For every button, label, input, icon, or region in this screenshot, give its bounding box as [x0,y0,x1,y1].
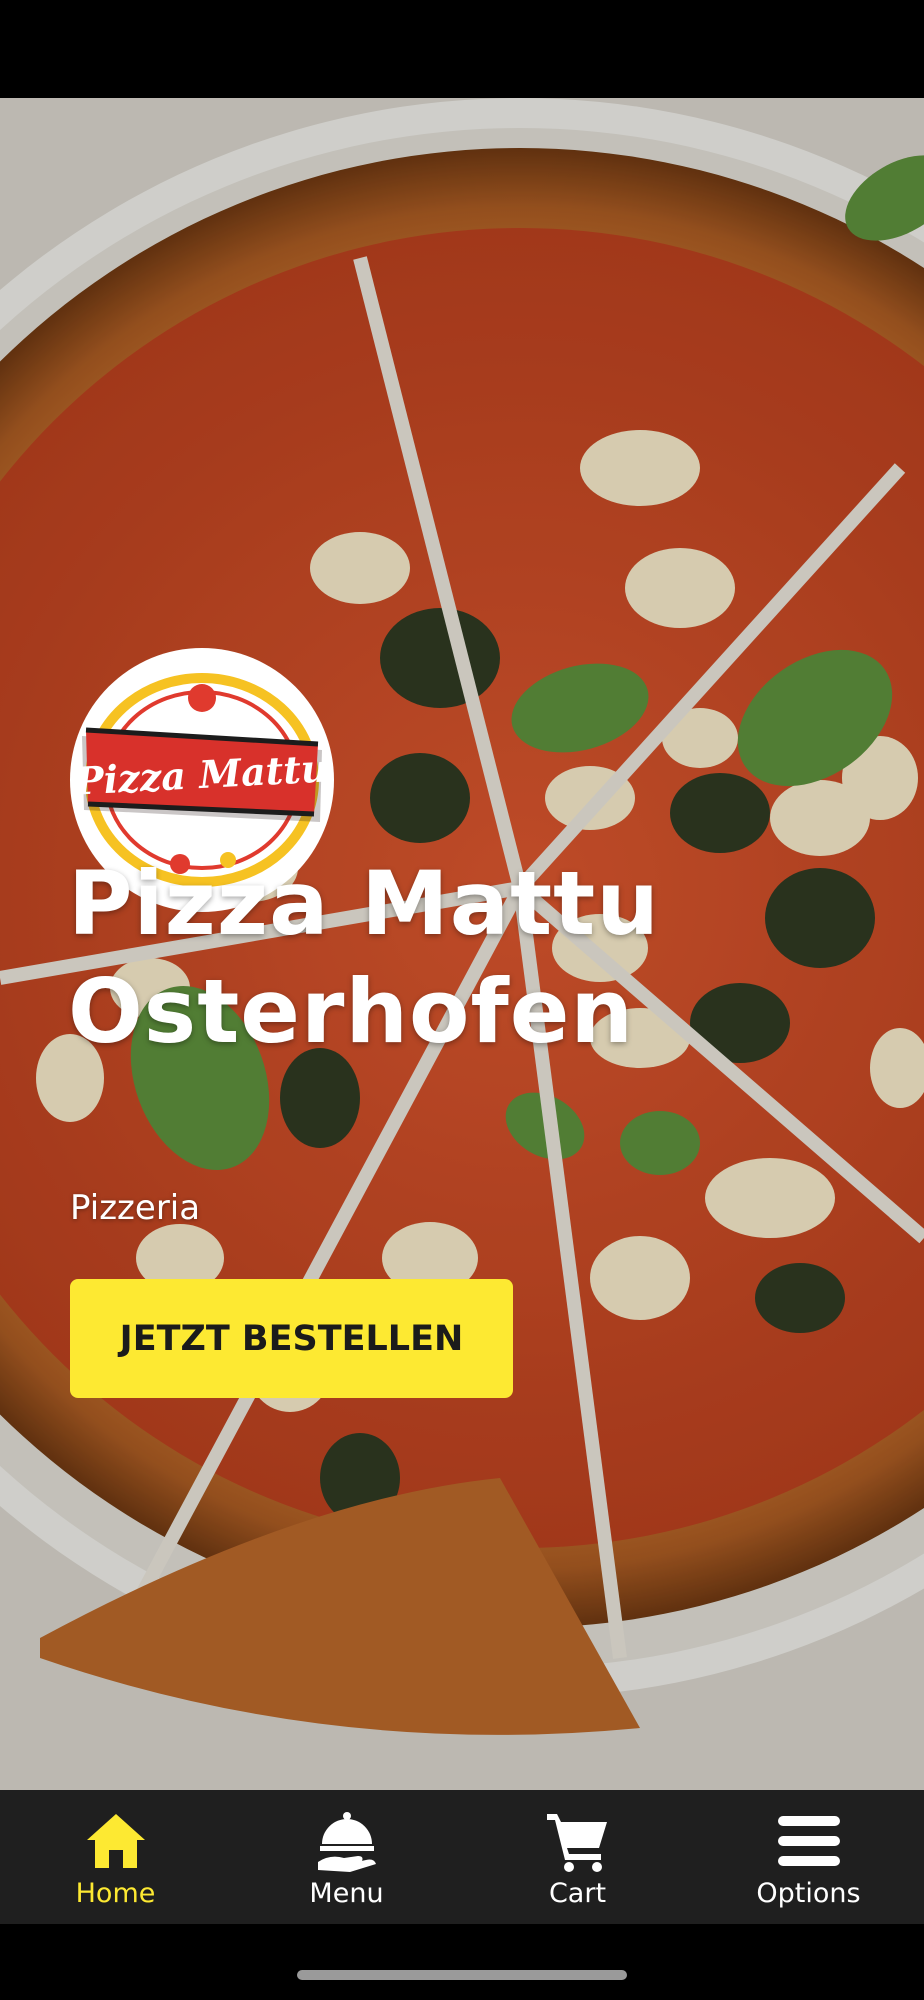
food-cloche-icon [317,1812,376,1872]
status-bar [0,0,924,98]
nav-item-options[interactable]: Options [693,1790,924,1924]
restaurant-category: Pizzeria [70,1188,201,1228]
nav-item-menu[interactable]: Menu [231,1790,462,1924]
bottom-navigation: Home Menu Cart Options [0,1790,924,1924]
nav-item-home[interactable]: Home [0,1790,231,1924]
gesture-area [0,1924,924,2000]
cart-icon [546,1814,607,1872]
title-line-name: Pizza Mattu [68,852,660,955]
home-icon [86,1814,145,1868]
title-line-city: Osterhofen [68,960,635,1063]
hero-section: Pizza Mattu Pizza Mattu Osterhofen Pizze… [0,98,924,1790]
nav-label-cart: Cart [548,1878,607,1909]
order-now-button[interactable]: JETZT BESTELLEN [70,1279,513,1398]
nav-label-options: Options [756,1878,861,1909]
home-indicator[interactable] [297,1970,627,1980]
page-title: Pizza Mattu Osterhofen [68,850,888,1066]
nav-item-cart[interactable]: Cart [462,1790,693,1924]
hamburger-menu-icon [777,1816,840,1866]
nav-label-home: Home [75,1878,156,1909]
nav-label-menu: Menu [309,1878,384,1909]
